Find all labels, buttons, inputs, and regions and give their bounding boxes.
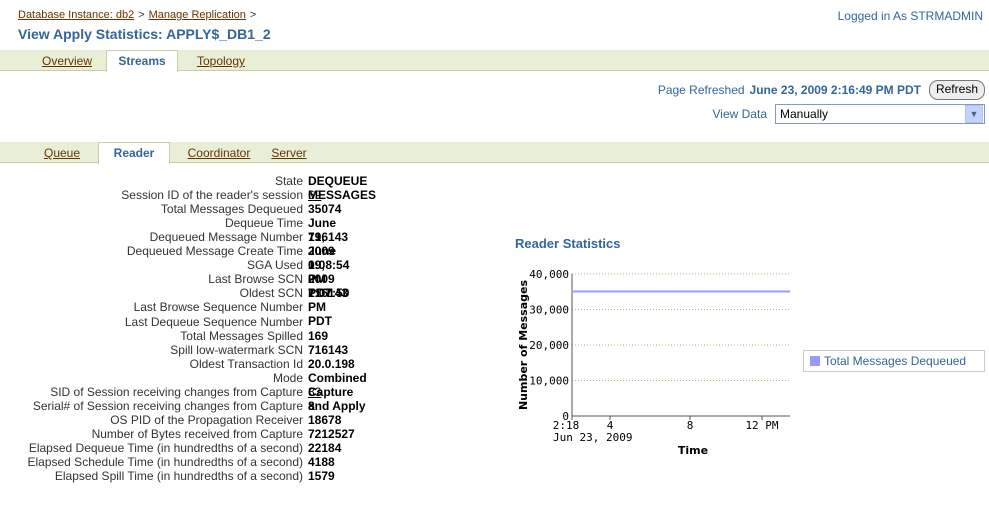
- detail-value: 7212527: [308, 426, 355, 441]
- detail-value: 4188: [308, 455, 335, 469]
- tab-topology[interactable]: Topology: [186, 52, 256, 70]
- x-axis-label: Time: [678, 444, 708, 457]
- refresh-label: Page Refreshed: [657, 83, 745, 97]
- detail-label: Total Messages Spilled: [180, 328, 303, 343]
- detail-value: 0: [308, 258, 315, 273]
- detail-label: Total Messages Dequeued: [160, 202, 303, 217]
- y-axis-label: Number of Messages: [517, 280, 530, 411]
- tab-reader[interactable]: Reader: [98, 142, 170, 164]
- view-data-label: View Data: [712, 107, 767, 121]
- refresh-button[interactable]: Refresh: [928, 80, 985, 100]
- chart-title: Reader Statistics: [515, 236, 621, 251]
- detail-label: SID of Session receiving changes from Ca…: [50, 384, 303, 399]
- detail-label: Last Browse SCN: [208, 272, 303, 287]
- breadcrumb-link-replication[interactable]: Manage Replication: [149, 9, 246, 21]
- chart-legend: Total Messages Dequeued: [803, 350, 985, 372]
- detail-label: SGA Used: [246, 258, 303, 273]
- view-data-select[interactable]: Manually ▼: [775, 104, 985, 124]
- detail-value: 8: [308, 398, 315, 413]
- detail-value: 716143: [308, 342, 349, 357]
- login-status: Logged in As STRMADMIN: [837, 9, 983, 23]
- detail-label: State: [274, 174, 303, 188]
- y-tick-label: 40,000: [529, 268, 569, 281]
- view-data-selected-value: Manually: [780, 107, 829, 121]
- breadcrumb-link-instance[interactable]: Database Instance: db2: [18, 9, 134, 21]
- x-tick-label: 8: [687, 419, 694, 432]
- detail-value: 22184: [308, 440, 342, 455]
- tab-coordinator[interactable]: Coordinator: [176, 144, 262, 162]
- view-data-row: View Data Manually ▼: [713, 104, 985, 124]
- detail-label: Oldest Transaction Id: [189, 356, 303, 371]
- detail-value: 716143: [308, 286, 349, 301]
- detail-value: 1579: [308, 469, 335, 484]
- refresh-row: Page Refreshed June 23, 2009 2:16:49 PM …: [658, 80, 985, 100]
- detail-value: 169: [308, 328, 329, 343]
- tab-overview[interactable]: Overview: [32, 52, 102, 70]
- detail-label: OS PID of the Propagation Receiver: [110, 412, 303, 427]
- detail-label: Serial# of Session receiving changes fro…: [32, 398, 303, 413]
- detail-value: 20.0.198: [308, 356, 355, 371]
- detail-label: Number of Bytes received from Capture: [91, 426, 303, 441]
- detail-label: Last Dequeue Sequence Number: [124, 314, 303, 329]
- y-tick-label: 30,000: [529, 304, 569, 317]
- refresh-time: June 23, 2009 2:16:49 PM PDT: [749, 83, 921, 97]
- tab-streams[interactable]: Streams: [106, 50, 178, 72]
- detail-label: Dequeue Time: [224, 216, 303, 231]
- breadcrumb-separator: >: [249, 9, 257, 21]
- reader-statistics-chart: 010,00020,00030,00040,0002:18 4 8 12 PMJun …: [517, 268, 790, 457]
- detail-label: Oldest SCN: [239, 286, 303, 301]
- detail-value: 716143: [308, 230, 349, 245]
- detail-label: Dequeued Message Number: [149, 230, 303, 245]
- detail-value: 35074: [308, 202, 342, 217]
- detail-label: Dequeued Message Create Time: [126, 244, 303, 259]
- breadcrumb: Database Instance: db2 > Manage Replicatio…: [18, 9, 260, 21]
- x-tick-label: 12 PM: [745, 419, 778, 432]
- detail-value: 0: [308, 272, 315, 287]
- x-tick-sublabel: Jun 23, 2009: [553, 431, 632, 444]
- detail-label: Elapsed Dequeue Time (in hundredths of a…: [28, 440, 303, 455]
- page-title: View Apply Statistics: APPLY$_DB1_2: [18, 26, 271, 42]
- detail-label: Spill low-watermark SCN: [170, 342, 303, 357]
- detail-value-link[interactable]: 83: [308, 385, 321, 399]
- legend-swatch: [810, 356, 820, 366]
- y-tick-label: 10,000: [529, 375, 569, 388]
- detail-label: Elapsed Schedule Time (in hundredths of …: [27, 455, 303, 469]
- tab-queue[interactable]: Queue: [32, 144, 92, 162]
- main-tab-bar: Overview Streams Topology: [0, 50, 989, 72]
- chevron-down-icon[interactable]: ▼: [965, 105, 983, 123]
- detail-label: Elapsed Spill Time (in hundredths of a s…: [54, 469, 303, 484]
- detail-label: Last Browse Sequence Number: [133, 300, 303, 315]
- detail-value-link[interactable]: 69: [308, 188, 321, 202]
- tab-server[interactable]: Server: [264, 144, 314, 162]
- y-tick-label: 20,000: [529, 339, 569, 352]
- legend-label: Total Messages Dequeued: [824, 354, 967, 368]
- breadcrumb-separator: >: [138, 9, 145, 21]
- detail-value: 18678: [308, 412, 342, 427]
- detail-label: Mode: [272, 370, 303, 385]
- detail-label: Session ID of the reader's session: [121, 188, 303, 203]
- sub-tab-bar: Queue Reader Coordinator Server: [0, 142, 989, 164]
